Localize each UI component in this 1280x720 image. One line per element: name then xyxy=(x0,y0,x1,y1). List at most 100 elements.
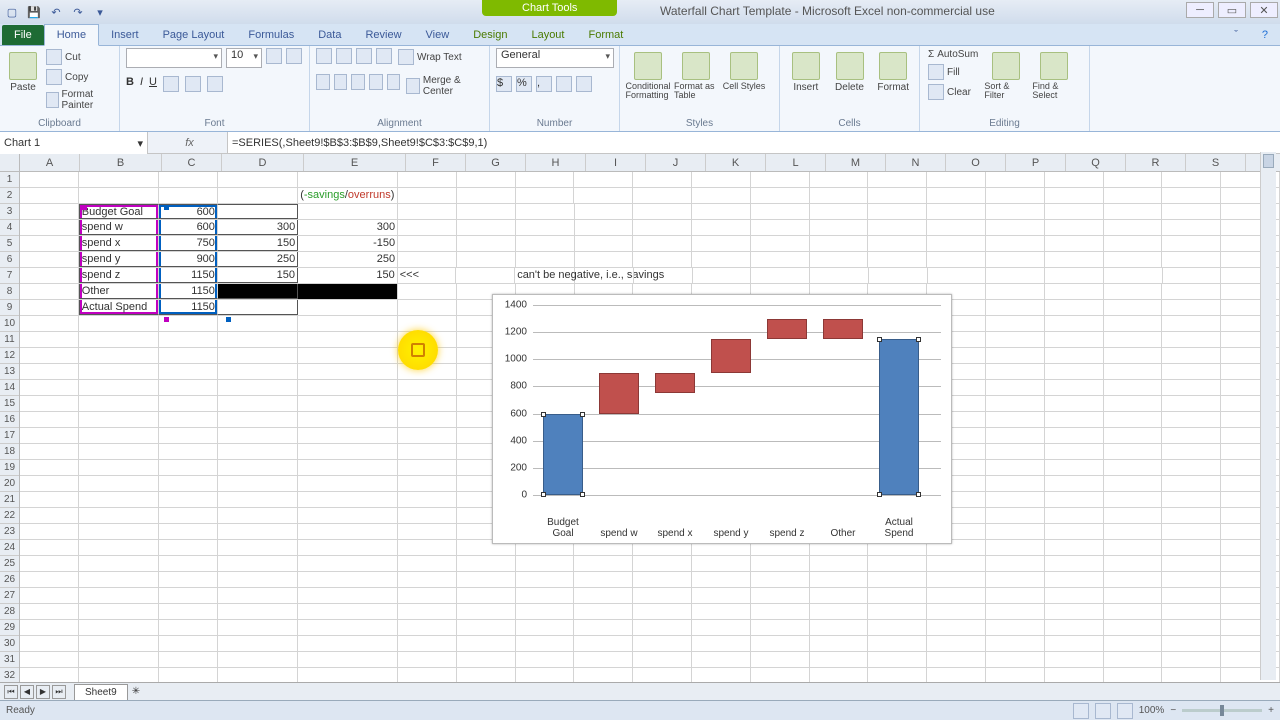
fill-color-icon[interactable] xyxy=(185,76,201,92)
cell[interactable] xyxy=(457,220,516,235)
cell[interactable] xyxy=(1104,668,1163,683)
cell[interactable] xyxy=(1104,636,1163,651)
bar-delta[interactable] xyxy=(599,373,639,414)
cell[interactable] xyxy=(79,524,159,539)
cell[interactable] xyxy=(692,236,751,251)
cell[interactable] xyxy=(159,604,218,619)
cell[interactable] xyxy=(457,252,516,267)
cell[interactable] xyxy=(1045,188,1104,203)
cut-button[interactable]: Cut xyxy=(44,48,113,66)
cell[interactable] xyxy=(516,588,575,603)
cell[interactable] xyxy=(457,588,516,603)
copy-button[interactable]: Copy xyxy=(44,68,113,86)
cell[interactable] xyxy=(868,220,927,235)
cell[interactable] xyxy=(751,220,810,235)
grow-font-icon[interactable] xyxy=(266,48,282,64)
cell[interactable] xyxy=(927,636,986,651)
currency-icon[interactable]: $ xyxy=(496,76,512,92)
cell[interactable] xyxy=(20,668,79,683)
select-all-corner[interactable] xyxy=(0,154,20,172)
cell[interactable] xyxy=(574,572,633,587)
cell[interactable] xyxy=(751,572,810,587)
col-header-G[interactable]: G xyxy=(466,154,526,171)
cell[interactable] xyxy=(298,300,398,315)
cell[interactable] xyxy=(79,652,159,667)
cell[interactable] xyxy=(633,652,692,667)
cell[interactable] xyxy=(751,172,810,187)
bar-delta[interactable] xyxy=(767,319,807,339)
tab-design[interactable]: Design xyxy=(461,25,519,45)
cell[interactable] xyxy=(218,588,298,603)
close-button[interactable]: ✕ xyxy=(1250,2,1278,18)
cell[interactable] xyxy=(398,636,457,651)
cell[interactable] xyxy=(298,620,398,635)
restore-button[interactable]: ▭ xyxy=(1218,2,1246,18)
cell[interactable] xyxy=(1104,428,1163,443)
cell[interactable] xyxy=(633,204,692,219)
cell[interactable] xyxy=(516,172,575,187)
font-name-select[interactable] xyxy=(126,48,222,68)
cell[interactable] xyxy=(693,268,752,283)
cell[interactable] xyxy=(1162,188,1221,203)
cell[interactable] xyxy=(218,332,298,347)
cell[interactable] xyxy=(159,428,218,443)
cell[interactable] xyxy=(79,668,159,683)
cell[interactable] xyxy=(79,572,159,587)
cell[interactable] xyxy=(810,652,869,667)
cell[interactable] xyxy=(927,556,986,571)
cell[interactable] xyxy=(574,604,633,619)
cell[interactable] xyxy=(810,556,869,571)
row-header-31[interactable]: 31 xyxy=(0,652,19,668)
zoom-slider[interactable] xyxy=(1182,709,1262,712)
cell[interactable] xyxy=(1045,620,1104,635)
cell[interactable] xyxy=(868,236,927,251)
cell[interactable] xyxy=(218,556,298,571)
cell[interactable] xyxy=(1045,396,1104,411)
qat-dropdown-icon[interactable]: ▾ xyxy=(92,4,108,20)
cell[interactable] xyxy=(298,476,398,491)
find-select-button[interactable]: Find & Select xyxy=(1032,48,1076,100)
cell[interactable] xyxy=(20,316,79,331)
cell[interactable] xyxy=(986,204,1045,219)
cell[interactable] xyxy=(927,188,986,203)
cell[interactable] xyxy=(986,524,1045,539)
cell[interactable] xyxy=(633,572,692,587)
cell[interactable] xyxy=(1162,572,1221,587)
cell[interactable] xyxy=(1162,556,1221,571)
row-header-15[interactable]: 15 xyxy=(0,396,19,412)
cell[interactable] xyxy=(159,348,218,363)
plot-area[interactable] xyxy=(533,305,941,503)
col-header-H[interactable]: H xyxy=(526,154,586,171)
cell[interactable] xyxy=(159,412,218,427)
first-sheet-icon[interactable]: ⏮ xyxy=(4,685,18,699)
cell[interactable] xyxy=(20,508,79,523)
cell[interactable] xyxy=(20,460,79,475)
cell[interactable] xyxy=(218,524,298,539)
cell[interactable] xyxy=(692,668,751,683)
cell[interactable] xyxy=(1162,364,1221,379)
cell[interactable] xyxy=(457,204,516,219)
cell[interactable] xyxy=(298,396,398,411)
cell[interactable] xyxy=(298,652,398,667)
cell[interactable] xyxy=(457,652,516,667)
cell[interactable] xyxy=(692,588,751,603)
cell[interactable] xyxy=(986,444,1045,459)
cell[interactable] xyxy=(218,412,298,427)
tab-formulas[interactable]: Formulas xyxy=(236,25,306,45)
cell[interactable] xyxy=(457,572,516,587)
cell[interactable] xyxy=(159,172,218,187)
cell[interactable] xyxy=(159,636,218,651)
zoom-controls[interactable]: 100% − + xyxy=(1073,703,1274,719)
row-header-13[interactable]: 13 xyxy=(0,364,19,380)
col-header-A[interactable]: A xyxy=(20,154,80,171)
cell[interactable] xyxy=(20,236,79,251)
cell[interactable] xyxy=(1045,348,1104,363)
cell[interactable] xyxy=(1045,604,1104,619)
autosum-button[interactable]: Σ AutoSum xyxy=(926,48,980,61)
cell[interactable] xyxy=(79,316,159,331)
cell[interactable] xyxy=(810,604,869,619)
cell[interactable] xyxy=(1162,604,1221,619)
cell[interactable] xyxy=(810,620,869,635)
cell[interactable] xyxy=(79,556,159,571)
cell[interactable] xyxy=(79,364,159,379)
